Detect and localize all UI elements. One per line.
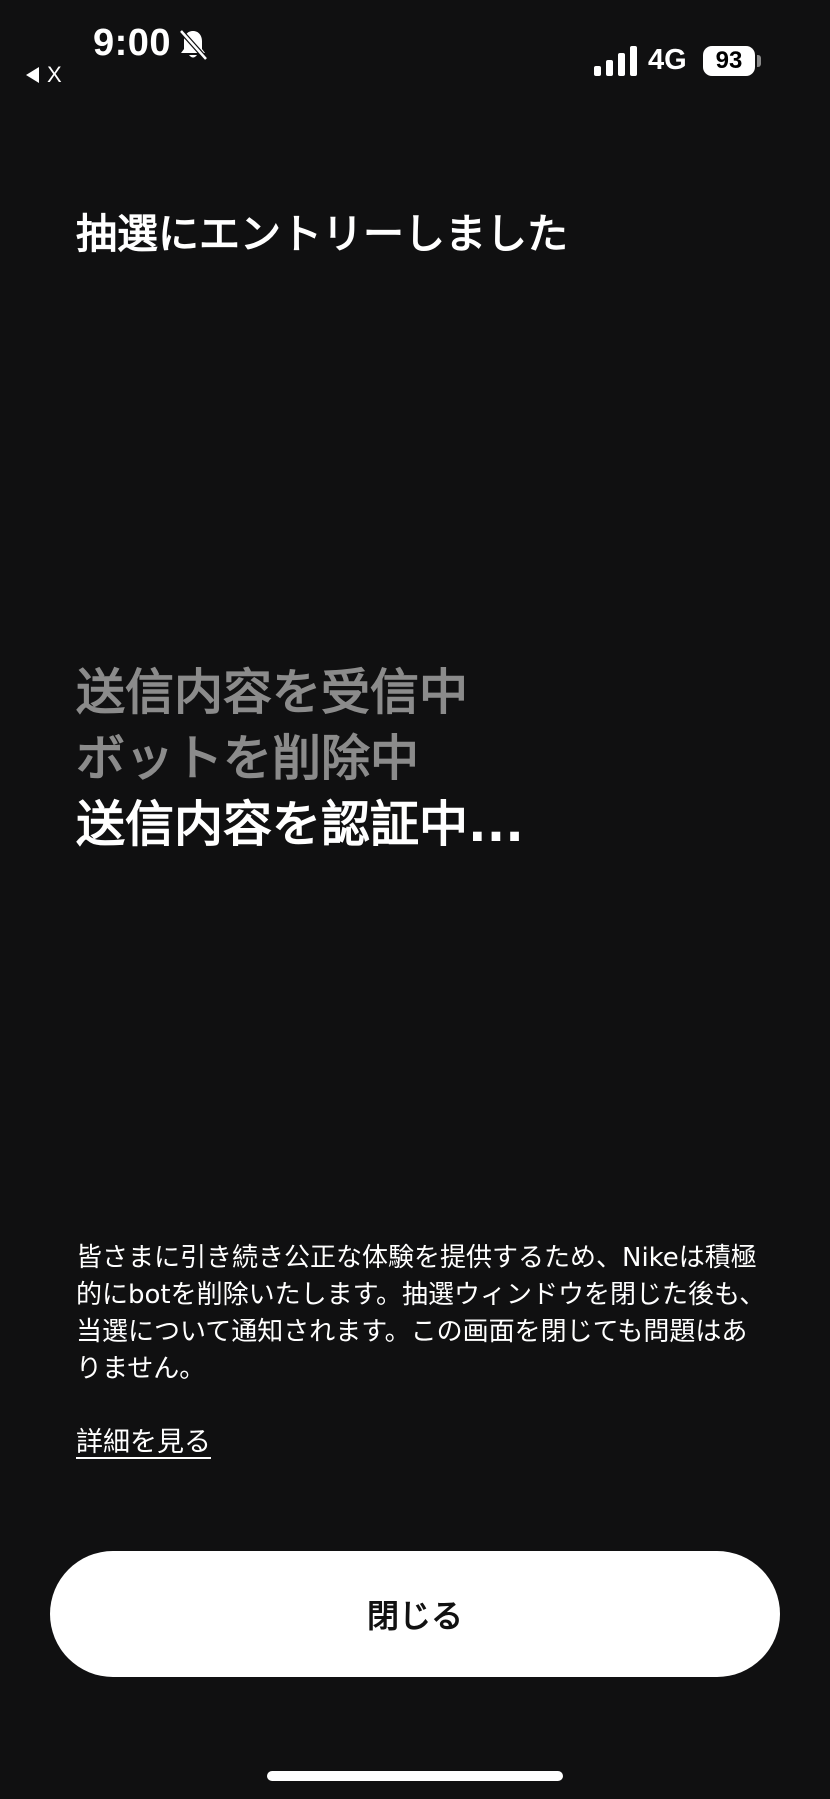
page-title: 抽選にエントリーしました: [76, 210, 568, 258]
back-to-app-button[interactable]: X: [26, 62, 62, 88]
battery-icon: 93: [703, 46, 755, 76]
bell-slash-icon: [179, 29, 208, 61]
step-received: 送信内容を受信中: [76, 664, 469, 721]
details-link[interactable]: 詳細を見る: [76, 1420, 211, 1459]
progress-steps: 送信内容を受信中 ボットを削除中 送信内容を認証中...: [76, 660, 524, 858]
network-type: 4G: [648, 44, 687, 76]
step-bot-removal: ボットを削除中: [76, 730, 420, 787]
back-arrow-icon: [26, 67, 39, 83]
step-verifying: 送信内容を認証中...: [76, 796, 524, 853]
battery-level: 93: [715, 47, 743, 74]
description-text: 皆さまに引き続き公正な体験を提供するため、Nikeは積極的にbotを削除いたしま…: [76, 1243, 766, 1384]
back-app-label: X: [47, 62, 62, 87]
battery-tip: [757, 55, 761, 67]
signal-bars-icon: [594, 46, 637, 76]
status-time: 9:00: [93, 22, 172, 64]
home-indicator[interactable]: [267, 1771, 563, 1781]
close-button[interactable]: 閉じる: [50, 1551, 780, 1677]
